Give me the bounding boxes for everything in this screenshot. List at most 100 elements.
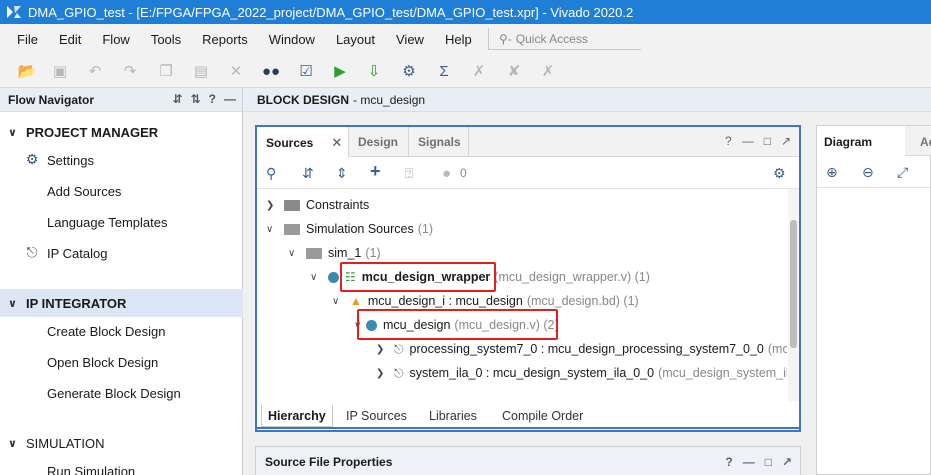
tab-design[interactable]: Design [349, 127, 409, 157]
minimize-icon[interactable]: — [224, 92, 236, 106]
chevron-right-icon[interactable]: ❯ [266, 200, 278, 211]
section-simulation[interactable]: ∨ SIMULATION [0, 429, 243, 457]
nav-settings[interactable]: Settings [47, 153, 94, 168]
paste-icon[interactable]: ▤ [192, 62, 210, 80]
tree-label: system_ila_0 : mcu_design_system_ila_0_0 [409, 366, 655, 380]
delete-icon[interactable]: ✕ [227, 62, 245, 80]
expand-all-icon[interactable]: ⇅ [191, 92, 201, 106]
menu-tools[interactable]: Tools [151, 32, 181, 47]
redo-icon[interactable]: ↷ [121, 62, 139, 80]
undo-icon[interactable]: ↶ [86, 62, 104, 80]
settings-icon[interactable]: ⚙ [400, 62, 418, 80]
tab-sources[interactable]: Sources ✕ [257, 127, 349, 158]
disabled-tool-icon[interactable]: ✗ [470, 62, 488, 80]
ip-icon: ⎋ [394, 341, 404, 356]
main-toolbar: 📂 ▣ ↶ ↷ ❐ ▤ ✕ ●● ☑ ▶ ⇩ ⚙ Σ ✗ ✘ ✗ [0, 54, 931, 88]
tab-compile-order[interactable]: Compile Order [496, 405, 589, 427]
scroll-thumb[interactable] [790, 220, 797, 348]
program-icon[interactable]: ⇩ [365, 62, 383, 80]
menu-help[interactable]: Help [445, 32, 472, 47]
section-ip-integrator[interactable]: ∨ IP INTEGRATOR [0, 289, 243, 317]
menu-flow[interactable]: Flow [102, 32, 129, 47]
menu-file[interactable]: File [17, 32, 38, 47]
section-project-manager[interactable]: ∨ PROJECT MANAGER [0, 118, 243, 146]
help-icon[interactable]: ? [725, 455, 732, 469]
tab-signals[interactable]: Signals [409, 127, 469, 157]
zoom-in-icon[interactable]: ⊕ [826, 164, 838, 181]
tab-libraries[interactable]: Libraries [423, 405, 483, 427]
fit-view-icon[interactable]: ⤢ [897, 164, 908, 181]
folder-icon [284, 223, 300, 235]
main-area: BLOCK DESIGN - mcu_design Sources ✕ Desi… [244, 88, 931, 475]
section-label: IP INTEGRATOR [26, 295, 127, 311]
nav-ip-catalog[interactable]: IP Catalog [47, 246, 107, 261]
help-icon[interactable]: ? [725, 134, 732, 148]
sources-tabs: Sources ✕ Design Signals ? — □ ↗ [257, 127, 799, 158]
float-icon[interactable]: ↗ [782, 455, 792, 469]
chevron-right-icon[interactable]: ❯ [376, 344, 388, 355]
collapse-all-icon[interactable]: ⇵ [173, 92, 183, 106]
tree-row-ps7[interactable]: ❯ ⎋ processing_system7_0 : mcu_design_pr… [376, 338, 787, 360]
status-dot-icon [328, 271, 339, 283]
menu-window[interactable]: Window [269, 32, 315, 47]
save-icon[interactable]: ▣ [51, 62, 69, 80]
vertical-scrollbar[interactable] [788, 189, 799, 409]
tree-label: processing_system7_0 : mcu_design_proces… [409, 342, 764, 356]
expand-all-icon[interactable]: ⇕ [336, 165, 348, 182]
nav-language-templates[interactable]: Language Templates [47, 215, 167, 230]
menu-layout[interactable]: Layout [336, 32, 375, 47]
flow-navigator-title: Flow Navigator [8, 92, 95, 107]
sigma-icon[interactable]: Σ [435, 62, 453, 80]
nav-generate-block-design[interactable]: Generate Block Design [47, 386, 181, 401]
menu-edit[interactable]: Edit [59, 32, 81, 47]
nav-create-block-design[interactable]: Create Block Design [47, 324, 166, 339]
quick-access-input[interactable]: ⚲- Quick Access [488, 28, 641, 50]
panel-controls: ? — □ ↗ [725, 134, 791, 148]
source-file-properties-panel: Source File Properties ? — □ ↗ [255, 446, 801, 475]
close-icon[interactable]: ✕ [331, 135, 342, 151]
minimize-icon[interactable]: — [742, 134, 754, 148]
tab-address-editor[interactable]: Ad [913, 126, 931, 157]
zoom-out-icon[interactable]: ⊖ [862, 164, 874, 181]
tab-ip-sources[interactable]: IP Sources [340, 405, 413, 427]
tree-detail: (mcu_design_system_ila [658, 366, 787, 380]
check-icon[interactable]: ☑ [297, 62, 315, 80]
binoculars-icon[interactable]: ●● [262, 62, 280, 80]
chevron-down-icon[interactable]: ∨ [288, 248, 300, 259]
gear-icon[interactable]: ⚙ [773, 165, 786, 182]
tree-row-simulation-sources[interactable]: ∨ Simulation Sources (1) [266, 218, 433, 240]
chevron-down-icon[interactable]: ∨ [310, 272, 322, 283]
minimize-icon[interactable]: — [743, 455, 755, 469]
tab-diagram[interactable]: Diagram [817, 126, 905, 157]
tab-hierarchy[interactable]: Hierarchy [261, 405, 333, 427]
add-source-icon[interactable]: + [370, 161, 381, 182]
tree-row-constraints[interactable]: ❯ Constraints [266, 194, 369, 216]
chevron-down-icon[interactable]: ∨ [332, 296, 344, 307]
nav-add-sources[interactable]: Add Sources [47, 184, 121, 199]
tree-row-ila[interactable]: ❯ ⎋ system_ila_0 : mcu_design_system_ila… [376, 362, 787, 384]
maximize-icon[interactable]: □ [765, 455, 772, 469]
help-icon[interactable]: ? [209, 92, 216, 106]
help-doc-icon[interactable]: ⍰ [405, 165, 413, 182]
badge-count: 0 [460, 166, 467, 180]
nav-run-simulation[interactable]: Run Simulation [47, 464, 135, 475]
maximize-icon[interactable]: □ [764, 134, 771, 148]
tree-detail: (mcu_design.bd) (1) [526, 294, 639, 308]
chevron-right-icon[interactable]: ❯ [376, 368, 388, 379]
search-icon[interactable]: ⚲ [266, 165, 276, 182]
nav-open-block-design[interactable]: Open Block Design [47, 355, 158, 370]
menu-reports[interactable]: Reports [202, 32, 248, 47]
sources-toolbar: ⚲ ⇵ ⇕ + ⍰ ● 0 ⚙ [257, 157, 799, 189]
float-icon[interactable]: ↗ [781, 134, 791, 148]
flow-navigator-header: Flow Navigator ⇵ ⇅ ? — [0, 88, 242, 112]
run-icon[interactable]: ▶ [331, 62, 349, 80]
tree-row-sim-1[interactable]: ∨ sim_1 (1) [288, 242, 381, 264]
menu-view[interactable]: View [396, 32, 424, 47]
open-project-icon[interactable]: 📂 [18, 62, 37, 80]
disabled-tool-icon[interactable]: ✘ [505, 62, 523, 80]
copy-icon[interactable]: ❐ [157, 62, 175, 80]
block-design-name: - mcu_design [353, 92, 426, 107]
chevron-down-icon[interactable]: ∨ [266, 224, 278, 235]
disabled-tool-icon[interactable]: ✗ [539, 62, 557, 80]
collapse-all-icon[interactable]: ⇵ [302, 165, 314, 182]
